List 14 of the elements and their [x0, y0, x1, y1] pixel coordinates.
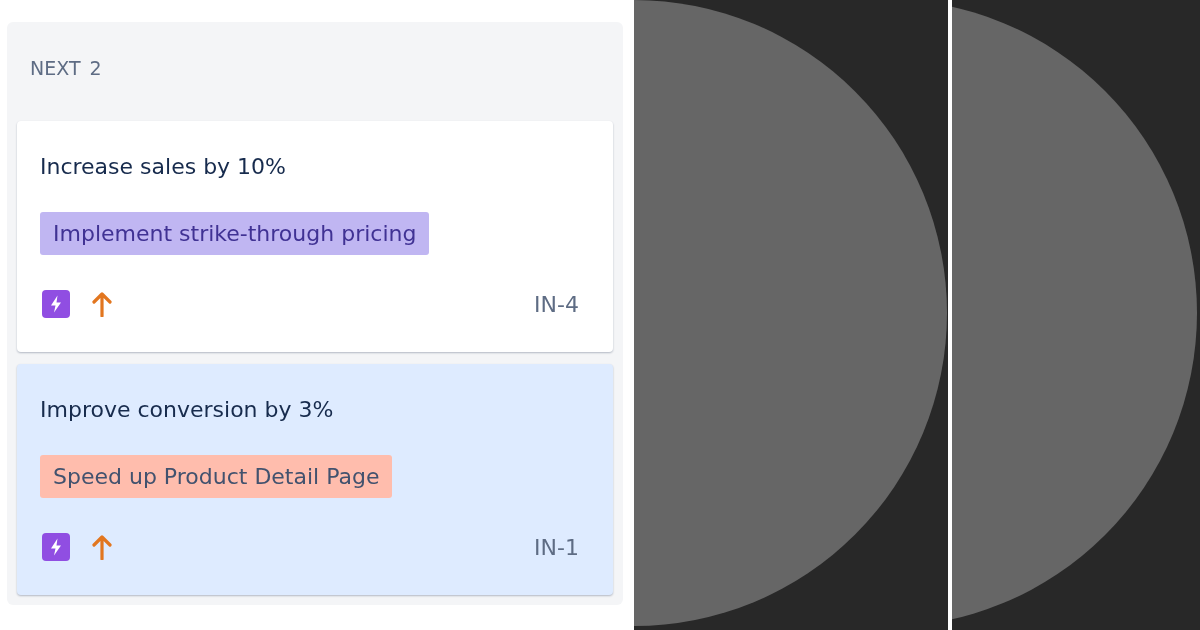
lightning-icon: [42, 290, 70, 318]
card-title: Increase sales by 10%: [40, 153, 287, 181]
lightning-icon: [42, 533, 70, 561]
issue-card[interactable]: Improve conversion by 3% Speed up Product Detail Page IN-1: [17, 364, 613, 595]
issue-key: IN-4: [534, 291, 579, 317]
epic-tag: Implement strike-through pricing: [40, 212, 430, 255]
arrow-up-icon: [92, 534, 112, 560]
column-title: NEXT: [30, 56, 81, 79]
issue-key: IN-1: [534, 534, 579, 560]
arrow-up-icon: [92, 291, 112, 317]
issue-count: 2: [89, 56, 102, 79]
card-title: Improve conversion by 3%: [40, 396, 334, 424]
issue-card[interactable]: Increase sales by 10% Implement strike-through pricing IN-4: [17, 121, 613, 352]
epic-tag: Speed up Product Detail Page: [40, 455, 393, 498]
